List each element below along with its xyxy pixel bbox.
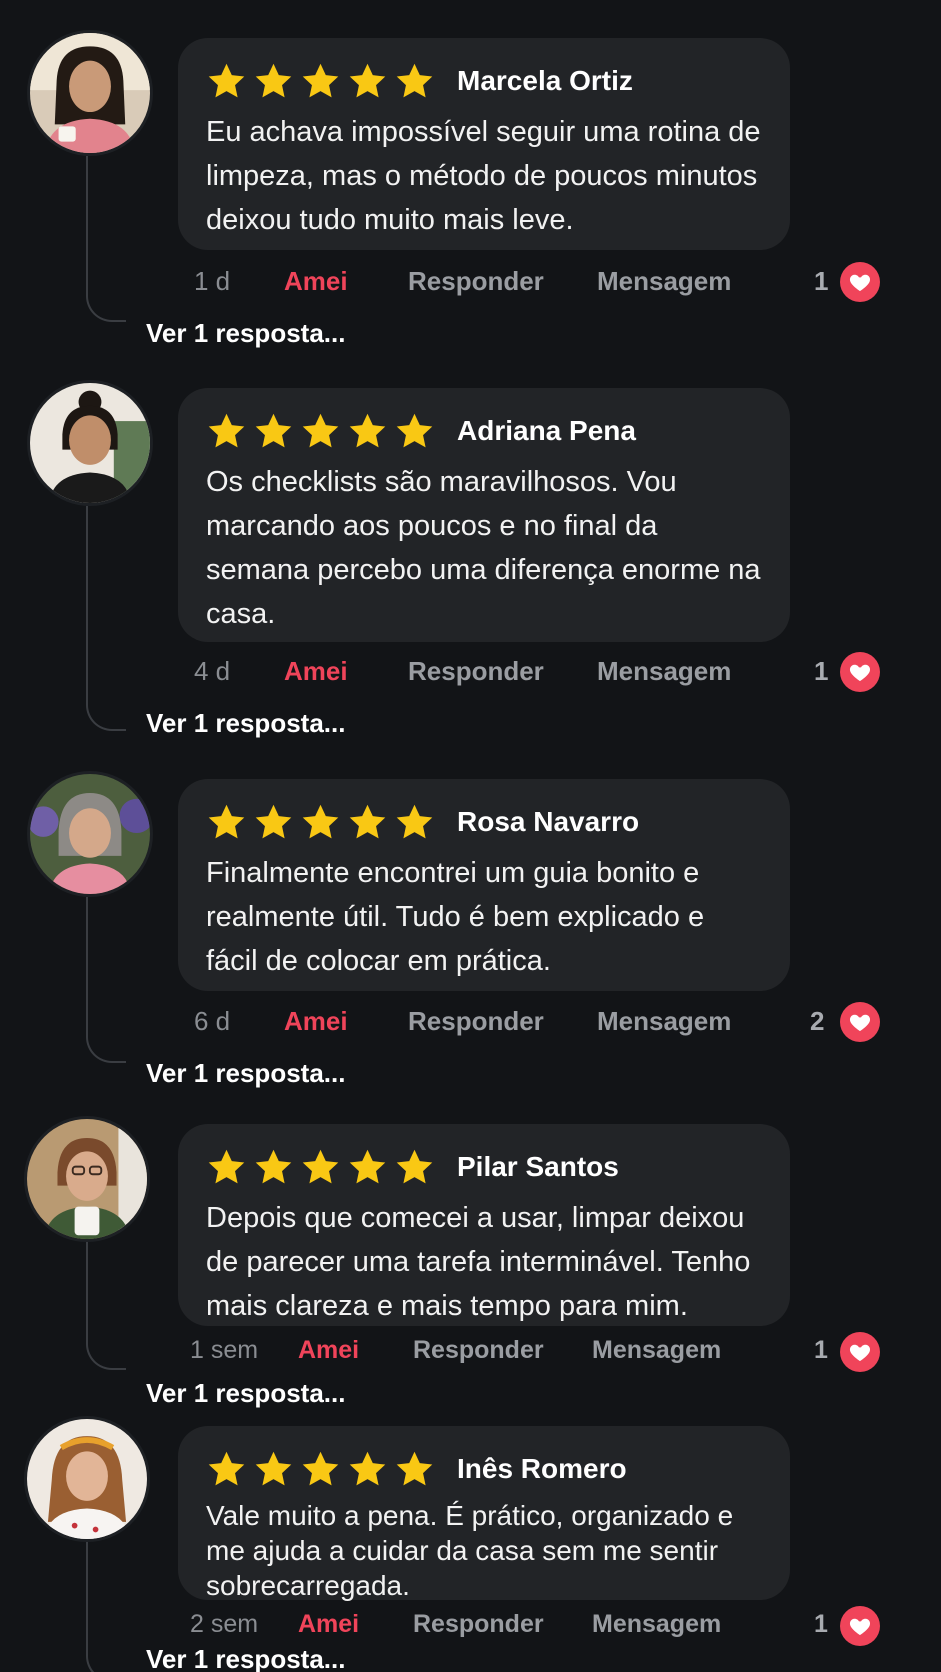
message-button[interactable]: Mensagem bbox=[597, 266, 731, 297]
commenter-name[interactable]: Adriana Pena bbox=[457, 415, 636, 447]
star-icon bbox=[206, 61, 247, 102]
avatar[interactable] bbox=[27, 380, 153, 506]
star-icon bbox=[206, 411, 247, 452]
star-icon bbox=[206, 1449, 247, 1490]
comment-actions: 1 sem Amei Responder Mensagem 1 bbox=[0, 1332, 941, 1372]
love-button[interactable]: Amei bbox=[284, 1006, 348, 1037]
view-replies-link[interactable]: Ver 1 resposta... bbox=[146, 1644, 345, 1672]
like-count: 1 bbox=[814, 656, 829, 686]
avatar[interactable] bbox=[27, 30, 153, 156]
star-icon bbox=[300, 1449, 341, 1490]
rating-stars bbox=[206, 1449, 435, 1490]
view-replies-link[interactable]: Ver 1 resposta... bbox=[146, 708, 345, 739]
avatar-image bbox=[30, 33, 150, 153]
comment-bubble: Marcela Ortiz Eu achava impossível segui… bbox=[178, 38, 790, 250]
star-icon bbox=[253, 1449, 294, 1490]
heart-icon[interactable] bbox=[840, 1606, 880, 1646]
star-icon bbox=[394, 1147, 435, 1188]
comment-text: Vale muito a pena. É prático, organizado… bbox=[206, 1500, 734, 1601]
star-icon bbox=[253, 1147, 294, 1188]
reply-button[interactable]: Responder bbox=[408, 1006, 544, 1037]
rating-stars bbox=[206, 61, 435, 102]
comment-bubble: Pilar Santos Depois que comecei a usar, … bbox=[178, 1124, 790, 1326]
love-button[interactable]: Amei bbox=[284, 656, 348, 687]
avatar-image bbox=[30, 383, 150, 503]
star-icon bbox=[253, 802, 294, 843]
like-count: 1 bbox=[814, 1336, 828, 1364]
commenter-name[interactable]: Pilar Santos bbox=[457, 1151, 619, 1183]
avatar-image bbox=[30, 774, 150, 894]
rating-stars bbox=[206, 1147, 435, 1188]
star-icon bbox=[300, 61, 341, 102]
view-replies-link[interactable]: Ver 1 resposta... bbox=[146, 318, 345, 349]
comment-text: Depois que comecei a usar, limpar deixou… bbox=[206, 1202, 751, 1322]
star-icon bbox=[394, 802, 435, 843]
star-icon bbox=[394, 411, 435, 452]
star-icon bbox=[347, 411, 388, 452]
reply-button[interactable]: Responder bbox=[413, 1336, 544, 1365]
comment-text: Eu achava impossível seguir uma rotina d… bbox=[206, 116, 761, 236]
view-replies-link[interactable]: Ver 1 resposta... bbox=[146, 1058, 345, 1089]
avatar-image bbox=[27, 1119, 147, 1239]
heart-icon[interactable] bbox=[840, 1002, 880, 1042]
star-icon bbox=[300, 1147, 341, 1188]
avatar[interactable] bbox=[24, 1416, 150, 1542]
star-icon bbox=[394, 61, 435, 102]
message-button[interactable]: Mensagem bbox=[597, 656, 731, 687]
comment-time: 1 sem bbox=[190, 1336, 259, 1364]
comment-text: Os checklists são maravilhosos. Vou marc… bbox=[206, 466, 761, 630]
star-icon bbox=[347, 802, 388, 843]
message-button[interactable]: Mensagem bbox=[592, 1610, 721, 1639]
star-icon bbox=[300, 802, 341, 843]
comment-bubble: Inês Romero Vale muito a pena. É prático… bbox=[178, 1426, 790, 1601]
reply-button[interactable]: Responder bbox=[413, 1610, 544, 1639]
view-replies-link[interactable]: Ver 1 resposta... bbox=[146, 1378, 345, 1409]
avatar[interactable] bbox=[27, 771, 153, 897]
comment-actions: 6 d Amei Responder Mensagem 2 bbox=[0, 1002, 941, 1042]
star-icon bbox=[253, 61, 294, 102]
star-icon bbox=[394, 1449, 435, 1490]
comment-time: 1 d bbox=[194, 266, 231, 296]
like-count: 2 bbox=[810, 1006, 825, 1036]
comment-actions: 2 sem Amei Responder Mensagem 1 bbox=[0, 1606, 941, 1646]
like-count: 1 bbox=[814, 266, 829, 296]
comment-bubble: Rosa Navarro Finalmente encontrei um gui… bbox=[178, 779, 790, 991]
love-button[interactable]: Amei bbox=[298, 1610, 359, 1639]
comment-time: 6 d bbox=[194, 1006, 231, 1036]
comment-text: Finalmente encontrei um guia bonito e re… bbox=[206, 857, 705, 977]
like-count: 1 bbox=[814, 1610, 828, 1638]
rating-stars bbox=[206, 802, 435, 843]
avatar-image bbox=[27, 1419, 147, 1539]
star-icon bbox=[347, 1449, 388, 1490]
comment-actions: 1 d Amei Responder Mensagem 1 bbox=[0, 262, 941, 302]
thread-line bbox=[86, 506, 126, 731]
star-icon bbox=[347, 61, 388, 102]
love-button[interactable]: Amei bbox=[298, 1336, 359, 1365]
star-icon bbox=[253, 411, 294, 452]
star-icon bbox=[300, 411, 341, 452]
star-icon bbox=[206, 1147, 247, 1188]
commenter-name[interactable]: Marcela Ortiz bbox=[457, 65, 633, 97]
message-button[interactable]: Mensagem bbox=[597, 1006, 731, 1037]
comment-time: 4 d bbox=[194, 656, 231, 686]
rating-stars bbox=[206, 411, 435, 452]
comment-time: 2 sem bbox=[190, 1610, 259, 1638]
reply-button[interactable]: Responder bbox=[408, 656, 544, 687]
message-button[interactable]: Mensagem bbox=[592, 1336, 721, 1365]
heart-icon[interactable] bbox=[840, 262, 880, 302]
comment-actions: 4 d Amei Responder Mensagem 1 bbox=[0, 652, 941, 692]
commenter-name[interactable]: Rosa Navarro bbox=[457, 806, 639, 838]
heart-icon[interactable] bbox=[840, 652, 880, 692]
love-button[interactable]: Amei bbox=[284, 266, 348, 297]
avatar[interactable] bbox=[24, 1116, 150, 1242]
commenter-name[interactable]: Inês Romero bbox=[457, 1453, 627, 1485]
star-icon bbox=[347, 1147, 388, 1188]
reply-button[interactable]: Responder bbox=[408, 266, 544, 297]
heart-icon[interactable] bbox=[840, 1332, 880, 1372]
star-icon bbox=[206, 802, 247, 843]
comment-bubble: Adriana Pena Os checklists são maravilho… bbox=[178, 388, 790, 642]
